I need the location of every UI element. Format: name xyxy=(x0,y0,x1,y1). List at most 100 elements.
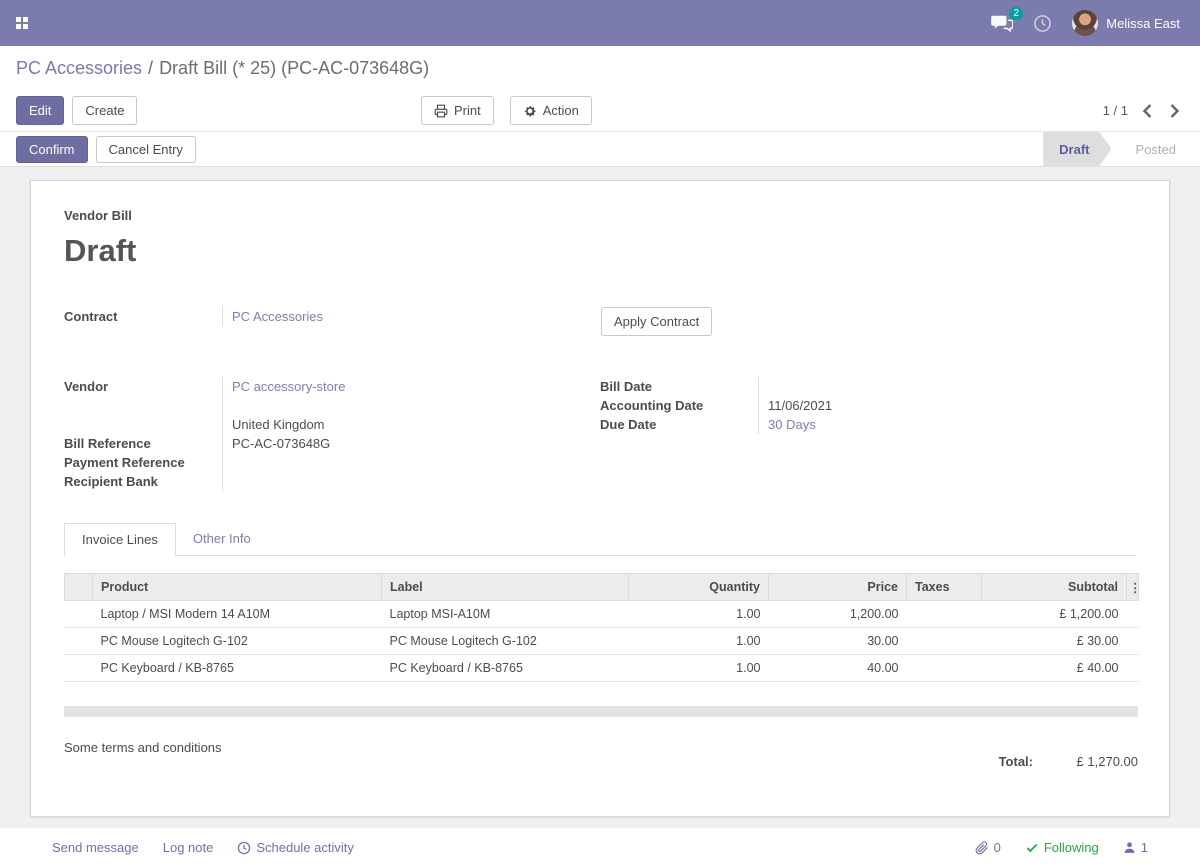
messages-icon[interactable]: 2 xyxy=(991,14,1013,32)
table-row[interactable]: PC Keyboard / KB-8765 PC Keyboard / KB-8… xyxy=(65,655,1139,682)
create-button[interactable]: Create xyxy=(72,96,137,125)
contract-value-link[interactable]: PC Accessories xyxy=(232,309,323,324)
attachments-button[interactable]: 0 xyxy=(975,840,1001,855)
notebook-tabs: Invoice Lines Other Info xyxy=(64,522,1136,556)
printer-icon xyxy=(434,104,448,118)
pager-value: 1 / 1 xyxy=(1103,103,1128,118)
cell-product: PC Mouse Logitech G-102 xyxy=(93,628,382,655)
followers-count: 1 xyxy=(1141,840,1148,855)
quantity-column-header[interactable]: Quantity xyxy=(629,574,769,601)
due-date-value-link[interactable]: 30 Days xyxy=(768,417,816,432)
schedule-activity-label: Schedule activity xyxy=(256,840,354,855)
subtotal-column-header[interactable]: Subtotal xyxy=(982,574,1127,601)
pager-previous-icon[interactable] xyxy=(1142,104,1153,118)
payment-reference-label: Payment Reference xyxy=(64,453,222,472)
stage-pipeline: Draft Posted xyxy=(1043,132,1200,166)
optional-columns-icon[interactable]: ⋮ xyxy=(1127,574,1139,601)
edit-button[interactable]: Edit xyxy=(16,96,64,125)
cell-quantity: 1.00 xyxy=(629,655,769,682)
check-icon xyxy=(1025,841,1039,855)
action-label: Action xyxy=(543,103,579,118)
cell-taxes xyxy=(907,601,982,628)
paperclip-icon xyxy=(975,841,989,855)
vendor-label: Vendor xyxy=(64,377,222,396)
schedule-activity-button[interactable]: Schedule activity xyxy=(237,840,354,855)
due-date-label: Due Date xyxy=(600,415,758,434)
accounting-date-label: Accounting Date xyxy=(600,396,758,415)
product-column-header[interactable]: Product xyxy=(93,574,382,601)
bill-date-value xyxy=(758,377,1136,396)
action-button[interactable]: Action xyxy=(510,96,592,125)
table-header-row: Product Label Quantity Price Taxes Subto… xyxy=(65,574,1139,601)
table-footer-bar xyxy=(64,706,1138,717)
control-panel: Edit Create Print Action 1 / 1 xyxy=(0,90,1200,131)
total-label: Total: xyxy=(999,754,1033,769)
cell-taxes xyxy=(907,628,982,655)
price-column-header[interactable]: Price xyxy=(769,574,907,601)
pager-next-icon[interactable] xyxy=(1169,104,1180,118)
terms-text: Some terms and conditions xyxy=(64,740,222,755)
taxes-column-header[interactable]: Taxes xyxy=(907,574,982,601)
cell-label: Laptop MSI-A10M xyxy=(382,601,629,628)
user-menu[interactable]: Melissa East xyxy=(1072,10,1180,36)
chatter-bar: Send message Log note Schedule activity … xyxy=(0,828,1200,867)
breadcrumb-separator: / xyxy=(148,58,153,79)
label-column-header[interactable]: Label xyxy=(382,574,629,601)
cancel-entry-button[interactable]: Cancel Entry xyxy=(96,136,196,163)
confirm-button[interactable]: Confirm xyxy=(16,136,88,163)
cell-subtotal: £ 30.00 xyxy=(982,628,1127,655)
gear-icon xyxy=(523,104,537,118)
document-type-label: Vendor Bill xyxy=(64,208,1136,223)
activity-clock-icon[interactable] xyxy=(1033,14,1052,33)
following-label: Following xyxy=(1044,840,1099,855)
bill-date-label: Bill Date xyxy=(600,377,758,396)
recipient-bank-label: Recipient Bank xyxy=(64,472,222,491)
breadcrumb-current: Draft Bill (* 25) (PC-AC-073648G) xyxy=(159,58,429,79)
bill-reference-label: Bill Reference xyxy=(64,434,222,453)
clock-icon xyxy=(237,841,251,855)
cell-quantity: 1.00 xyxy=(629,628,769,655)
content-area: Vendor Bill Draft Contract PC Accessorie… xyxy=(0,167,1200,828)
apply-contract-button[interactable]: Apply Contract xyxy=(601,307,712,336)
cell-product: PC Keyboard / KB-8765 xyxy=(93,655,382,682)
document-state-title: Draft xyxy=(64,233,1136,269)
cell-product: Laptop / MSI Modern 14 A10M xyxy=(93,601,382,628)
statusbar: Confirm Cancel Entry Draft Posted xyxy=(0,131,1200,167)
vendor-country: United Kingdom xyxy=(222,415,600,434)
breadcrumb: PC Accessories / Draft Bill (* 25) (PC-A… xyxy=(0,46,1200,90)
send-message-button[interactable]: Send message xyxy=(52,840,139,855)
message-count-badge: 2 xyxy=(1009,7,1023,20)
attachments-count: 0 xyxy=(994,840,1001,855)
following-button[interactable]: Following xyxy=(1025,840,1099,855)
stage-draft[interactable]: Draft xyxy=(1043,132,1111,166)
cell-label: PC Keyboard / KB-8765 xyxy=(382,655,629,682)
cell-price: 30.00 xyxy=(769,628,907,655)
table-row[interactable]: Laptop / MSI Modern 14 A10M Laptop MSI-A… xyxy=(65,601,1139,628)
tab-other-info[interactable]: Other Info xyxy=(176,523,268,556)
total-value: £ 1,270.00 xyxy=(1053,754,1138,769)
apps-grid-icon[interactable] xyxy=(16,17,28,29)
user-name: Melissa East xyxy=(1106,16,1180,31)
handle-column-header xyxy=(65,574,93,601)
tab-invoice-lines[interactable]: Invoice Lines xyxy=(64,523,176,556)
breadcrumb-parent-link[interactable]: PC Accessories xyxy=(16,58,142,79)
payment-reference-value xyxy=(222,453,600,472)
log-note-button[interactable]: Log note xyxy=(163,840,214,855)
stage-posted[interactable]: Posted xyxy=(1112,132,1200,166)
print-button[interactable]: Print xyxy=(421,96,494,125)
cell-taxes xyxy=(907,655,982,682)
followers-button[interactable]: 1 xyxy=(1123,840,1148,855)
cell-quantity: 1.00 xyxy=(629,601,769,628)
bill-sheet: Vendor Bill Draft Contract PC Accessorie… xyxy=(30,180,1170,817)
vendor-value-link[interactable]: PC accessory-store xyxy=(232,379,345,394)
cell-price: 40.00 xyxy=(769,655,907,682)
contract-label: Contract xyxy=(64,307,222,326)
table-row[interactable]: PC Mouse Logitech G-102 PC Mouse Logitec… xyxy=(65,628,1139,655)
cell-label: PC Mouse Logitech G-102 xyxy=(382,628,629,655)
accounting-date-value: 11/06/2021 xyxy=(758,396,1136,415)
cell-price: 1,200.00 xyxy=(769,601,907,628)
avatar xyxy=(1072,10,1098,36)
invoice-lines-table: Product Label Quantity Price Taxes Subto… xyxy=(64,573,1139,682)
print-label: Print xyxy=(454,103,481,118)
follower-person-icon xyxy=(1123,841,1136,854)
